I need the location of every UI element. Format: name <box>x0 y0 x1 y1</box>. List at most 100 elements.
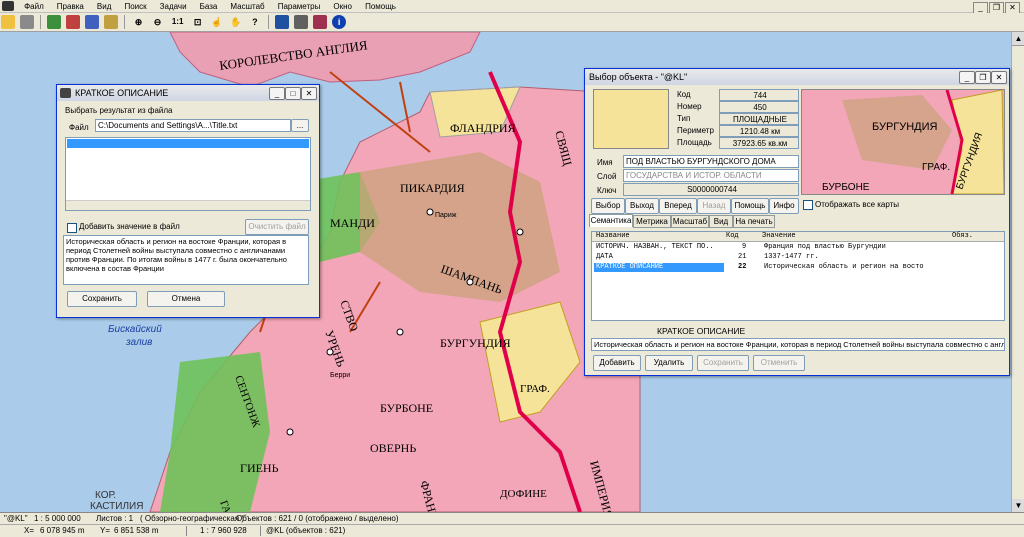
label-picardy: ПИКАРДИЯ <box>400 181 465 195</box>
restore-icon[interactable]: ❐ <box>975 71 991 84</box>
col-header-value[interactable]: Значение <box>762 232 796 240</box>
status-y-label: Y= <box>100 526 111 535</box>
file-path-field[interactable]: C:\Documents and Settings\A...\Title.txt <box>95 119 291 132</box>
label-flanders: ФЛАНДРИЯ <box>450 121 516 135</box>
close-icon[interactable]: ✕ <box>991 71 1007 84</box>
description-field[interactable]: Историческая область и регион на востоке… <box>591 338 1005 351</box>
menu-view[interactable]: Вид <box>92 1 116 13</box>
col-header-code[interactable]: Код <box>726 232 739 240</box>
minimize-icon[interactable]: _ <box>959 71 975 84</box>
preview-label-burgundy: БУРГУНДИЯ <box>872 121 938 133</box>
save-button[interactable]: Сохранить <box>697 355 749 371</box>
print-icon[interactable] <box>294 15 309 29</box>
tab-metrics[interactable]: Метрика <box>633 215 671 228</box>
zoom-in-icon[interactable]: ⊕ <box>132 15 146 29</box>
info-icon[interactable]: ? <box>248 15 262 29</box>
object-thumbnail <box>593 89 669 149</box>
help-button[interactable]: Помощь <box>731 198 769 214</box>
select-hand-icon[interactable]: ☝ <box>210 15 224 29</box>
name-select[interactable]: ПОД ВЛАСТЬЮ БУРГУНДСКОГО ДОМА <box>623 155 799 168</box>
save-button[interactable]: Сохранить <box>67 291 137 307</box>
row-name: ИСТОРИЧ. НАЗВАН., ТЕКСТ ПО.. <box>596 243 714 251</box>
layers2-icon[interactable] <box>66 15 81 29</box>
dialog-titlebar[interactable]: КРАТКОЕ ОПИСАНИЕ _ □ ✕ <box>57 85 319 101</box>
description-textarea[interactable]: Историческая область и регион на востоке… <box>63 235 309 285</box>
add-to-file-checkbox[interactable] <box>67 223 77 233</box>
tab-strip: Семантика Метрика Масштаб Вид На печать <box>589 214 1005 228</box>
pan-hand-icon[interactable]: ✋ <box>229 15 243 29</box>
menu-window[interactable]: Окно <box>328 1 357 13</box>
show-all-maps-checkbox[interactable] <box>803 200 813 210</box>
menu-edit[interactable]: Правка <box>52 1 89 13</box>
prop-type-value: ПЛОЩАДНЫЕ <box>719 113 799 125</box>
map-vertical-scrollbar[interactable]: ▲ ▼ <box>1011 32 1024 513</box>
name-label: Имя <box>597 158 613 167</box>
maximize-icon[interactable]: □ <box>285 87 301 100</box>
label-auvergne: ОВЕРНЬ <box>370 441 416 455</box>
add-button[interactable]: Добавить <box>593 355 641 371</box>
forward-button[interactable]: Вперед <box>659 198 697 214</box>
col-header-name[interactable]: Название <box>596 232 630 240</box>
zoom-area-icon[interactable]: ⊡ <box>191 15 205 29</box>
scroll-up-icon[interactable]: ▲ <box>1012 32 1024 46</box>
tab-view[interactable]: Вид <box>709 215 733 228</box>
scroll-down-icon[interactable]: ▼ <box>1012 499 1024 513</box>
select-button[interactable]: Выбор <box>591 198 625 214</box>
clear-file-button[interactable]: Очистить файл <box>245 219 309 235</box>
menu-file[interactable]: Файл <box>19 1 49 13</box>
browse-button[interactable]: ... <box>291 119 309 132</box>
cancel-button[interactable]: Отмена <box>147 291 225 307</box>
properties-icon[interactable] <box>104 15 119 29</box>
prop-code-value: 744 <box>719 89 799 101</box>
list-hscrollbar[interactable] <box>66 200 310 210</box>
info-button[interactable]: Инфо <box>769 198 799 214</box>
map-app-icon[interactable] <box>2 1 14 11</box>
table-row[interactable]: ИСТОРИЧ. НАЗВАН., ТЕКСТ ПО.. 9 Франция п… <box>592 243 1004 252</box>
help-icon[interactable]: i <box>332 15 347 29</box>
zoom-out-icon[interactable]: ⊖ <box>151 15 165 29</box>
layers-icon[interactable] <box>47 15 62 29</box>
menu-search[interactable]: Поиск <box>119 1 151 13</box>
city-marker <box>396 328 404 336</box>
tab-semantics[interactable]: Семантика <box>589 214 633 227</box>
layer-select[interactable]: ГОСУДАРСТВА И ИСТОР. ОБЛАСТИ <box>623 169 799 182</box>
close-icon[interactable]: ✕ <box>301 87 317 100</box>
back-button[interactable]: Назад <box>697 198 731 214</box>
minimize-icon[interactable]: _ <box>269 87 285 100</box>
row-name: КРАТКОЕ ОПИСАНИЕ <box>594 263 724 272</box>
city-marker <box>286 428 294 436</box>
menu-bar: Файл Правка Вид Поиск Задачи База Масшта… <box>0 0 1024 14</box>
label-berri: Берри <box>330 372 350 379</box>
menu-tasks[interactable]: Задачи <box>155 1 192 13</box>
row-code: 21 <box>738 253 747 261</box>
menu-help[interactable]: Помощь <box>360 1 401 13</box>
col-header-required[interactable]: Обяз. <box>952 232 973 240</box>
label-dauphine: ДОФИНЕ <box>500 488 547 500</box>
group-label: Выбрать результат из файла <box>65 106 173 115</box>
open-folder-icon[interactable] <box>1 15 15 29</box>
list-item-selected[interactable] <box>67 139 309 148</box>
tab-print[interactable]: На печать <box>733 215 775 228</box>
tab-scale[interactable]: Масштаб <box>671 215 709 228</box>
measure-icon[interactable] <box>275 15 289 29</box>
menu-parameters[interactable]: Параметры <box>273 1 326 13</box>
revert-button[interactable]: Отменить <box>753 355 805 371</box>
menu-scale[interactable]: Масштаб <box>225 1 269 13</box>
menu-database[interactable]: База <box>195 1 223 13</box>
table-row-selected[interactable]: КРАТКОЕ ОПИСАНИЕ 22 Историческая область… <box>592 263 1004 272</box>
delete-button[interactable]: Удалить <box>645 355 693 371</box>
zoom-1to1-icon[interactable]: 1:1 <box>170 15 186 29</box>
book-icon[interactable] <box>313 15 328 29</box>
row-code: 22 <box>738 263 747 271</box>
city-marker <box>516 228 524 236</box>
exit-button[interactable]: Выход <box>625 198 659 214</box>
file-label: Файл <box>69 123 89 132</box>
semantics-table[interactable]: Название Код Значение Обяз. ИСТОРИЧ. НАЗ… <box>591 231 1005 321</box>
prop-perimeter-label: Периметр <box>677 126 714 135</box>
database-icon[interactable] <box>85 15 100 29</box>
table-row[interactable]: ДАТА 21 1337-1477 гг. <box>592 253 1004 262</box>
key-value: S0000000744 <box>623 183 799 196</box>
dialog-titlebar[interactable]: Выбор объекта - "@KL" _ ❐ ✕ <box>585 69 1009 85</box>
results-list[interactable] <box>65 137 311 211</box>
settings-icon[interactable] <box>20 15 35 29</box>
